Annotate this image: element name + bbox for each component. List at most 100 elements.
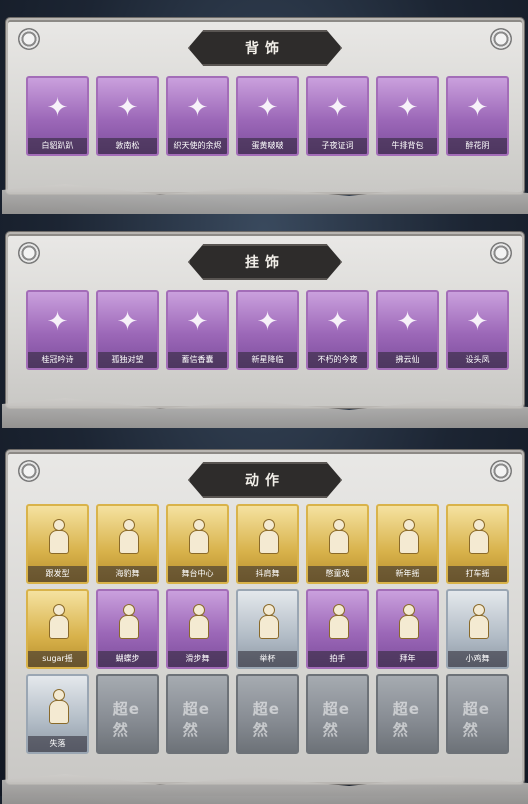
locked-slot[interactable]: 超e然 bbox=[376, 674, 439, 754]
item-label: 新年摇 bbox=[378, 566, 437, 582]
cat-cake-charm-icon: ✦ bbox=[326, 307, 349, 337]
emote-figure-icon bbox=[248, 514, 288, 558]
crow-doll-icon: ✦ bbox=[326, 93, 349, 123]
item-card[interactable]: ✦ 新星降临 bbox=[236, 290, 299, 370]
item-card[interactable]: ✦ 拂云仙 bbox=[376, 290, 439, 370]
section-title-emote: 动作 bbox=[188, 462, 342, 498]
item-card[interactable]: ✦ 敦南松 bbox=[96, 76, 159, 156]
locked-slot[interactable]: 超e然 bbox=[236, 674, 299, 754]
item-label: 醉花阴 bbox=[448, 138, 507, 154]
ornament-icon bbox=[18, 242, 40, 264]
item-card[interactable]: 失落 bbox=[26, 674, 89, 754]
emote-figure-icon bbox=[108, 514, 148, 558]
item-card[interactable]: ✦ 孤独对望 bbox=[96, 290, 159, 370]
item-card[interactable]: ✦ 蛋黄啵啵 bbox=[236, 76, 299, 156]
emote-figure-icon bbox=[178, 514, 218, 558]
section-title-charm: 挂饰 bbox=[188, 244, 342, 280]
item-label: 桂冠吟诗 bbox=[28, 352, 87, 368]
item-card[interactable]: 打车摇 bbox=[446, 504, 509, 584]
emote-figure-icon bbox=[458, 514, 498, 558]
item-card[interactable]: 滑步舞 bbox=[166, 589, 229, 669]
ornament-icon bbox=[18, 460, 40, 482]
item-card[interactable]: ✦ 蓄信香囊 bbox=[166, 290, 229, 370]
emote-panel: 动作 跟发型 海豹舞 舞台中心 抖肩舞 憋童戏 新年摇 打车摇 sugar摇 蝴蝶步 滑步舞 举杯拍… bbox=[6, 450, 524, 784]
item-card[interactable]: 举杯 bbox=[236, 589, 299, 669]
emote-figure-icon bbox=[318, 514, 358, 558]
item-card[interactable]: 舞台中心 bbox=[166, 504, 229, 584]
item-card[interactable]: ✦ 设头凤 bbox=[446, 290, 509, 370]
ornament-icon bbox=[490, 28, 512, 50]
item-card[interactable]: ✦ 不朽的今夜 bbox=[306, 290, 369, 370]
ermine-backpack-icon: ✦ bbox=[46, 93, 69, 123]
item-card[interactable]: 蝴蝶步 bbox=[96, 589, 159, 669]
emote-figure-icon bbox=[318, 599, 358, 643]
item-label: 举杯 bbox=[238, 651, 297, 667]
locked-slot[interactable]: 超e然 bbox=[96, 674, 159, 754]
item-label: 舞台中心 bbox=[168, 566, 227, 582]
item-label: 孤独对望 bbox=[98, 352, 157, 368]
item-label: 织天使的余烬 bbox=[168, 138, 227, 154]
item-label: 跟发型 bbox=[28, 566, 87, 582]
locked-slot-icon bbox=[458, 684, 498, 728]
locked-slot-icon bbox=[388, 684, 428, 728]
item-label: 不朽的今夜 bbox=[308, 352, 367, 368]
item-card[interactable]: 抖肩舞 bbox=[236, 504, 299, 584]
laurel-charm-icon: ✦ bbox=[46, 307, 69, 337]
item-label: 拂云仙 bbox=[378, 352, 437, 368]
item-label: 蓄信香囊 bbox=[168, 352, 227, 368]
charm-grid: ✦ 桂冠吟诗 ✦ 孤独对望 ✦ 蓄信香囊 ✦ 新星降临 ✦ 不朽的今夜 ✦ 拂云仙 ✦ 设头凤 bbox=[26, 290, 509, 370]
locked-slot-icon bbox=[318, 684, 358, 728]
item-label: 蝴蝶步 bbox=[98, 651, 157, 667]
bonsai-tree-icon: ✦ bbox=[116, 93, 139, 123]
item-label: 白貂趴趴 bbox=[28, 138, 87, 154]
star-charm-icon: ✦ bbox=[256, 307, 279, 337]
item-label: 小鸡舞 bbox=[448, 651, 507, 667]
emote-figure-icon bbox=[388, 599, 428, 643]
backpack-panel: 背饰 ✦ 白貂趴趴 ✦ 敦南松 ✦ 织天使的余烬 ✦ 蛋黄啵啵 ✦ 子夜证词 ✦ 牛排背包 ✦ 醉花阴 bbox=[6, 18, 524, 194]
doll-charm-icon: ✦ bbox=[116, 307, 139, 337]
item-card[interactable]: ✦ 牛排背包 bbox=[376, 76, 439, 156]
item-label: 失落 bbox=[28, 736, 87, 752]
cloud-fairy-charm-icon: ✦ bbox=[396, 307, 419, 337]
item-label: 子夜证词 bbox=[308, 138, 367, 154]
item-card[interactable]: 小鸡舞 bbox=[446, 589, 509, 669]
item-card[interactable]: ✦ 醉花阴 bbox=[446, 76, 509, 156]
emote-figure-icon bbox=[38, 684, 78, 728]
item-card[interactable]: 拜年 bbox=[376, 589, 439, 669]
item-label: 蛋黄啵啵 bbox=[238, 138, 297, 154]
item-label: 敦南松 bbox=[98, 138, 157, 154]
sachet-charm-icon: ✦ bbox=[186, 307, 209, 337]
locked-slot[interactable]: 超e然 bbox=[166, 674, 229, 754]
locked-slot[interactable]: 超e然 bbox=[306, 674, 369, 754]
item-card[interactable]: sugar摇 bbox=[26, 589, 89, 669]
emote-grid: 跟发型 海豹舞 舞台中心 抖肩舞 憋童戏 新年摇 打车摇 sugar摇 蝴蝶步 滑步舞 举杯 拍手 拜年… bbox=[26, 504, 509, 754]
item-card[interactable]: 憋童戏 bbox=[306, 504, 369, 584]
emote-figure-icon bbox=[458, 599, 498, 643]
item-card[interactable]: 跟发型 bbox=[26, 504, 89, 584]
locked-slot[interactable]: 超e然 bbox=[446, 674, 509, 754]
emote-figure-icon bbox=[248, 599, 288, 643]
section-title-backpack: 背饰 bbox=[188, 30, 342, 66]
emote-figure-icon bbox=[38, 514, 78, 558]
steak-bag-icon: ✦ bbox=[396, 93, 419, 123]
item-label: 拜年 bbox=[378, 651, 437, 667]
item-card[interactable]: ✦ 织天使的余烬 bbox=[166, 76, 229, 156]
ornament-icon bbox=[490, 242, 512, 264]
locked-slot-icon bbox=[108, 684, 148, 728]
yellow-chick-icon: ✦ bbox=[256, 93, 279, 123]
item-label: 海豹舞 bbox=[98, 566, 157, 582]
item-card[interactable]: 海豹舞 bbox=[96, 504, 159, 584]
item-label: 牛排背包 bbox=[378, 138, 437, 154]
item-card[interactable]: 拍手 bbox=[306, 589, 369, 669]
item-label: 设头凤 bbox=[448, 352, 507, 368]
item-label: 抖肩舞 bbox=[238, 566, 297, 582]
item-label: 新星降临 bbox=[238, 352, 297, 368]
item-card[interactable]: ✦ 子夜证词 bbox=[306, 76, 369, 156]
flower-umbrella-icon: ✦ bbox=[466, 93, 489, 123]
item-card[interactable]: ✦ 白貂趴趴 bbox=[26, 76, 89, 156]
ornament-icon bbox=[490, 460, 512, 482]
item-card[interactable]: ✦ 桂冠吟诗 bbox=[26, 290, 89, 370]
item-card[interactable]: 新年摇 bbox=[376, 504, 439, 584]
charm-panel: 挂饰 ✦ 桂冠吟诗 ✦ 孤独对望 ✦ 蓄信香囊 ✦ 新星降临 ✦ 不朽的今夜 ✦ 拂云仙 ✦ 设头凤 bbox=[6, 232, 524, 408]
backpack-grid: ✦ 白貂趴趴 ✦ 敦南松 ✦ 织天使的余烬 ✦ 蛋黄啵啵 ✦ 子夜证词 ✦ 牛排背包 ✦ 醉花阴 bbox=[26, 76, 509, 156]
